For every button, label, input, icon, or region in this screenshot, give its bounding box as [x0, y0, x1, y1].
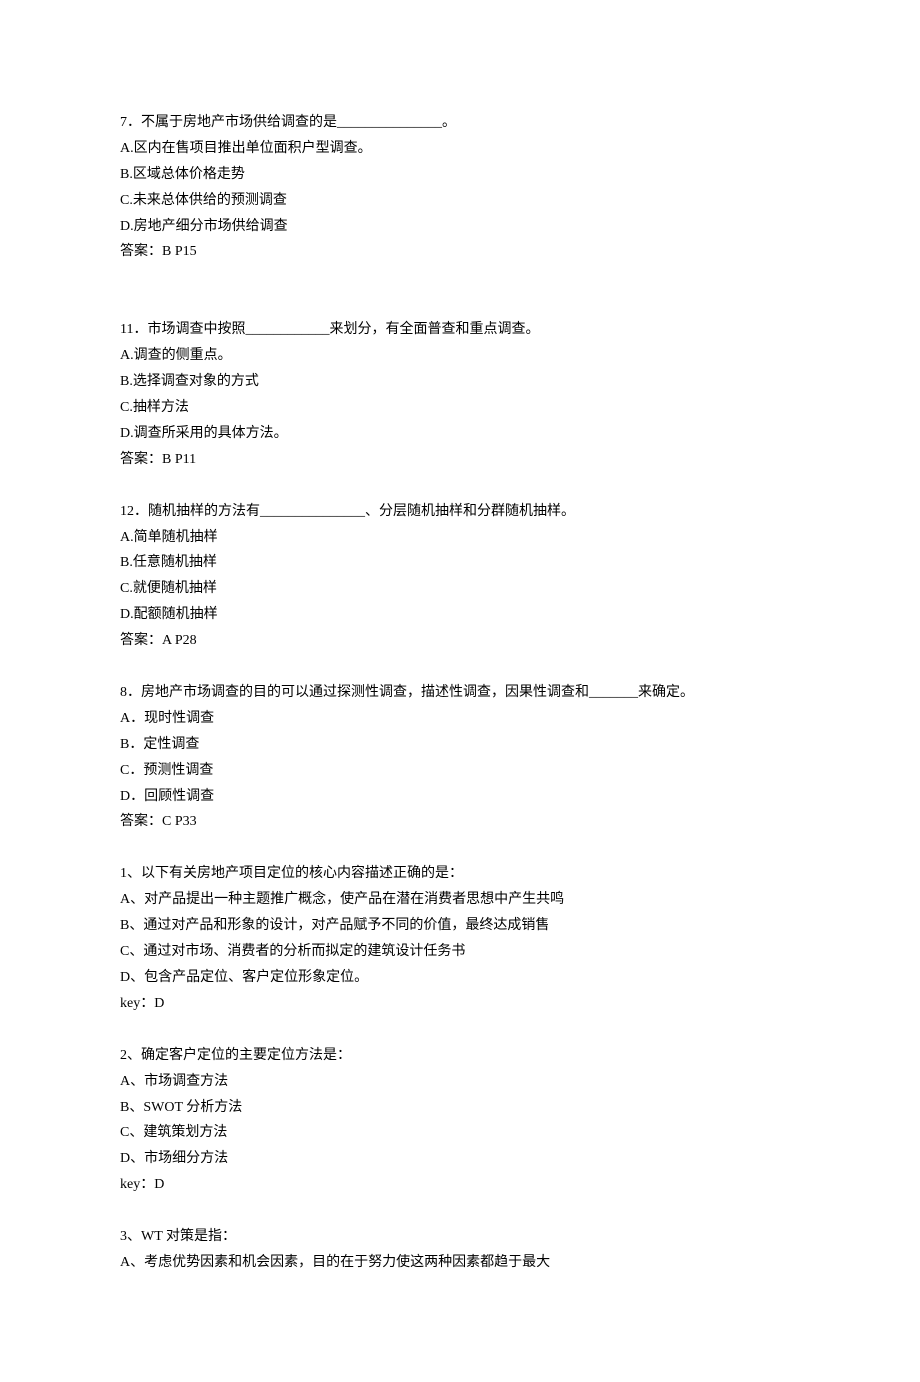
- question-option: A.区内在售项目推出单位面积户型调查。: [120, 136, 800, 162]
- question-block: 8．房地产市场调查的目的可以通过探测性调查，描述性调查，因果性调查和______…: [120, 680, 800, 835]
- question-option: B．定性调查: [120, 732, 800, 758]
- question-option: A.简单随机抽样: [120, 525, 800, 551]
- question-stem: 11．市场调查中按照____________来划分，有全面普查和重点调查。: [120, 317, 800, 343]
- question-option: C．预测性调查: [120, 758, 800, 784]
- question-answer: key：D: [120, 991, 800, 1017]
- question-option: C.未来总体供给的预测调查: [120, 188, 800, 214]
- question-answer: 答案：B P11: [120, 447, 800, 473]
- question-stem: 3、WT 对策是指：: [120, 1224, 800, 1250]
- question-option: A．现时性调查: [120, 706, 800, 732]
- question-stem: 8．房地产市场调查的目的可以通过探测性调查，描述性调查，因果性调查和______…: [120, 680, 800, 706]
- question-option: C、通过对市场、消费者的分析而拟定的建筑设计任务书: [120, 939, 800, 965]
- question-option: C.抽样方法: [120, 395, 800, 421]
- question-stem: 1、以下有关房地产项目定位的核心内容描述正确的是：: [120, 861, 800, 887]
- question-stem: 12．随机抽样的方法有_______________、分层随机抽样和分群随机抽样…: [120, 499, 800, 525]
- question-option: D．回顾性调查: [120, 784, 800, 810]
- question-option: C、建筑策划方法: [120, 1120, 800, 1146]
- question-block: 11．市场调查中按照____________来划分，有全面普查和重点调查。 A.…: [120, 317, 800, 472]
- question-option: D、市场细分方法: [120, 1146, 800, 1172]
- question-option: A、对产品提出一种主题推广概念，使产品在潜在消费者思想中产生共鸣: [120, 887, 800, 913]
- document-page: 7．不属于房地产市场供给调查的是_______________。 A.区内在售项…: [0, 0, 920, 1382]
- question-option: A.调查的侧重点。: [120, 343, 800, 369]
- question-option: B、SWOT 分析方法: [120, 1095, 800, 1121]
- question-answer: 答案：A P28: [120, 628, 800, 654]
- question-option: D.调查所采用的具体方法。: [120, 421, 800, 447]
- question-block: 3、WT 对策是指： A、考虑优势因素和机会因素，目的在于努力使这两种因素都趋于…: [120, 1224, 800, 1276]
- question-option: A、市场调查方法: [120, 1069, 800, 1095]
- question-option: D、包含产品定位、客户定位形象定位。: [120, 965, 800, 991]
- question-option: B、通过对产品和形象的设计，对产品赋予不同的价值，最终达成销售: [120, 913, 800, 939]
- question-block: 2、确定客户定位的主要定位方法是： A、市场调查方法 B、SWOT 分析方法 C…: [120, 1043, 800, 1198]
- question-option: B.任意随机抽样: [120, 550, 800, 576]
- question-answer: 答案：C P33: [120, 809, 800, 835]
- question-block: 12．随机抽样的方法有_______________、分层随机抽样和分群随机抽样…: [120, 499, 800, 654]
- question-option: B.区域总体价格走势: [120, 162, 800, 188]
- question-option: B.选择调查对象的方式: [120, 369, 800, 395]
- question-block: 7．不属于房地产市场供给调查的是_______________。 A.区内在售项…: [120, 110, 800, 265]
- question-option: D.房地产细分市场供给调查: [120, 214, 800, 240]
- question-option: D.配额随机抽样: [120, 602, 800, 628]
- question-stem: 2、确定客户定位的主要定位方法是：: [120, 1043, 800, 1069]
- question-stem: 7．不属于房地产市场供给调查的是_______________。: [120, 110, 800, 136]
- question-option: A、考虑优势因素和机会因素，目的在于努力使这两种因素都趋于最大: [120, 1250, 800, 1276]
- question-block: 1、以下有关房地产项目定位的核心内容描述正确的是： A、对产品提出一种主题推广概…: [120, 861, 800, 1016]
- question-answer: key：D: [120, 1172, 800, 1198]
- question-answer: 答案：B P15: [120, 239, 800, 265]
- question-option: C.就便随机抽样: [120, 576, 800, 602]
